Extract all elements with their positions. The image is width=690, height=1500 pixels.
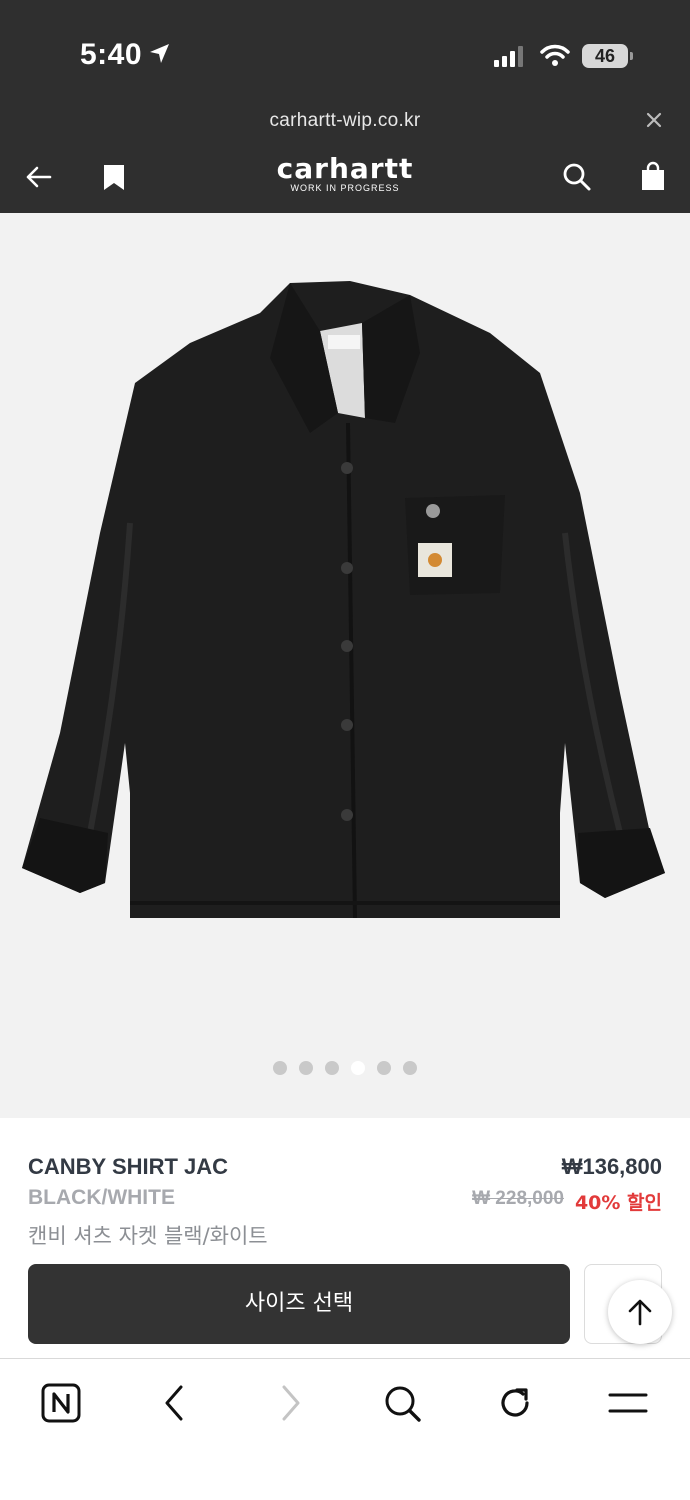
naver-home-icon[interactable]: [39, 1381, 83, 1425]
back-icon[interactable]: [153, 1381, 197, 1425]
location-arrow-icon: [148, 42, 172, 71]
refresh-icon[interactable]: [493, 1381, 537, 1425]
size-select-button[interactable]: 사이즈 선택: [28, 1264, 570, 1344]
product-color: BLACK/WHITE: [28, 1186, 175, 1209]
status-time: 5:40: [80, 38, 143, 71]
product-name: CANBY SHIRT JAC: [28, 1154, 229, 1179]
gallery-dot[interactable]: [351, 1061, 365, 1075]
wifi-icon: [540, 44, 570, 73]
discount-badge: 40% 할인: [574, 1192, 662, 1214]
product-gallery[interactable]: [0, 213, 690, 1118]
sale-price: ₩136,800: [561, 1154, 662, 1179]
close-icon[interactable]: [642, 108, 666, 132]
gallery-dot[interactable]: [325, 1061, 339, 1075]
search-icon[interactable]: [560, 160, 594, 194]
cellular-signal-icon: [494, 46, 526, 73]
arrow-up-icon: [628, 1299, 652, 1326]
gallery-dot[interactable]: [273, 1061, 287, 1075]
battery-icon: 46: [582, 44, 633, 68]
product-name-korean: 캔비 셔츠 자켓 블랙/화이트: [28, 1224, 268, 1248]
scroll-to-top-button[interactable]: [608, 1280, 672, 1344]
status-bar: 5:40 46: [0, 0, 690, 100]
search-icon[interactable]: [380, 1381, 424, 1425]
product-info: CANBY SHIRT JAC BLACK/WHITE 캔비 셔츠 자켓 블랙/…: [0, 1138, 690, 1358]
url-bar[interactable]: carhartt-wip.co.kr: [0, 100, 690, 142]
shopping-bag-icon[interactable]: [636, 160, 670, 194]
forward-icon[interactable]: [268, 1381, 312, 1425]
gallery-dot[interactable]: [403, 1061, 417, 1075]
product-image[interactable]: [20, 273, 670, 928]
gallery-dot[interactable]: [377, 1061, 391, 1075]
site-header: carhartt WORK IN PROGRESS: [0, 142, 690, 213]
url-text[interactable]: carhartt-wip.co.kr: [0, 110, 690, 132]
gallery-dot[interactable]: [299, 1061, 313, 1075]
menu-icon[interactable]: [606, 1381, 650, 1425]
gallery-pagination[interactable]: [0, 1061, 690, 1080]
original-price: ₩ 228,000: [472, 1188, 564, 1209]
browser-toolbar: [0, 1358, 690, 1500]
